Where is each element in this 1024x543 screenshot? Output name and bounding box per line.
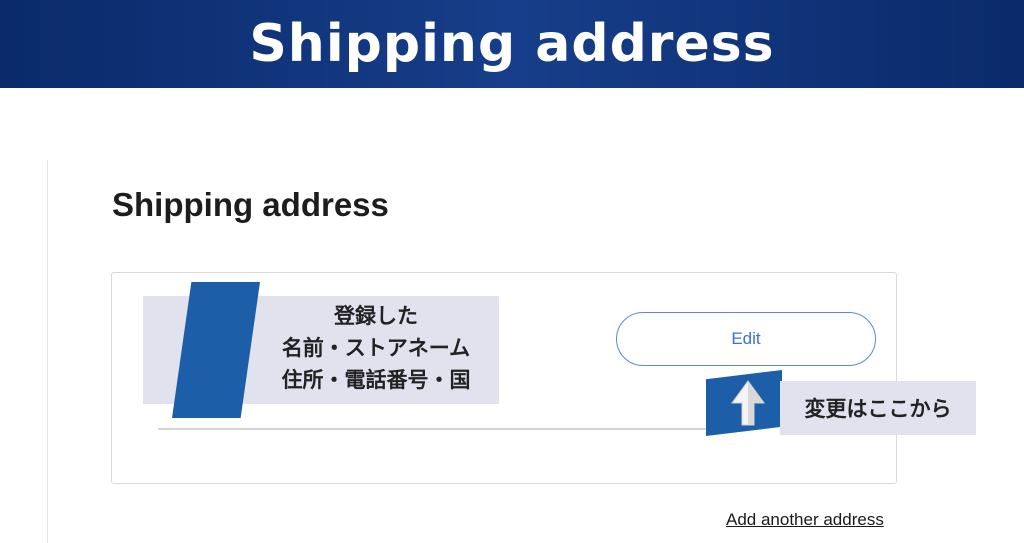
- left-divider: [47, 160, 48, 543]
- hint-box: 変更はここから: [780, 381, 976, 435]
- annotation-line: 名前・ストアネーム: [281, 336, 471, 360]
- annotation-line: 住所・電話番号・国: [281, 368, 471, 392]
- cursor-arrow-icon: [731, 380, 765, 426]
- page-banner: Shipping address: [0, 0, 1024, 88]
- annotation-line: 登録した: [334, 304, 418, 328]
- annotation-text: 登録した 名前・ストアネーム 住所・電話番号・国: [256, 300, 496, 396]
- edit-button[interactable]: Edit: [616, 312, 876, 366]
- hint-text: 変更はここから: [804, 397, 952, 421]
- add-address-link[interactable]: Add another address: [726, 510, 884, 530]
- card-divider: [158, 428, 718, 430]
- banner-title: Shipping address: [249, 14, 775, 74]
- section-heading: Shipping address: [112, 186, 389, 223]
